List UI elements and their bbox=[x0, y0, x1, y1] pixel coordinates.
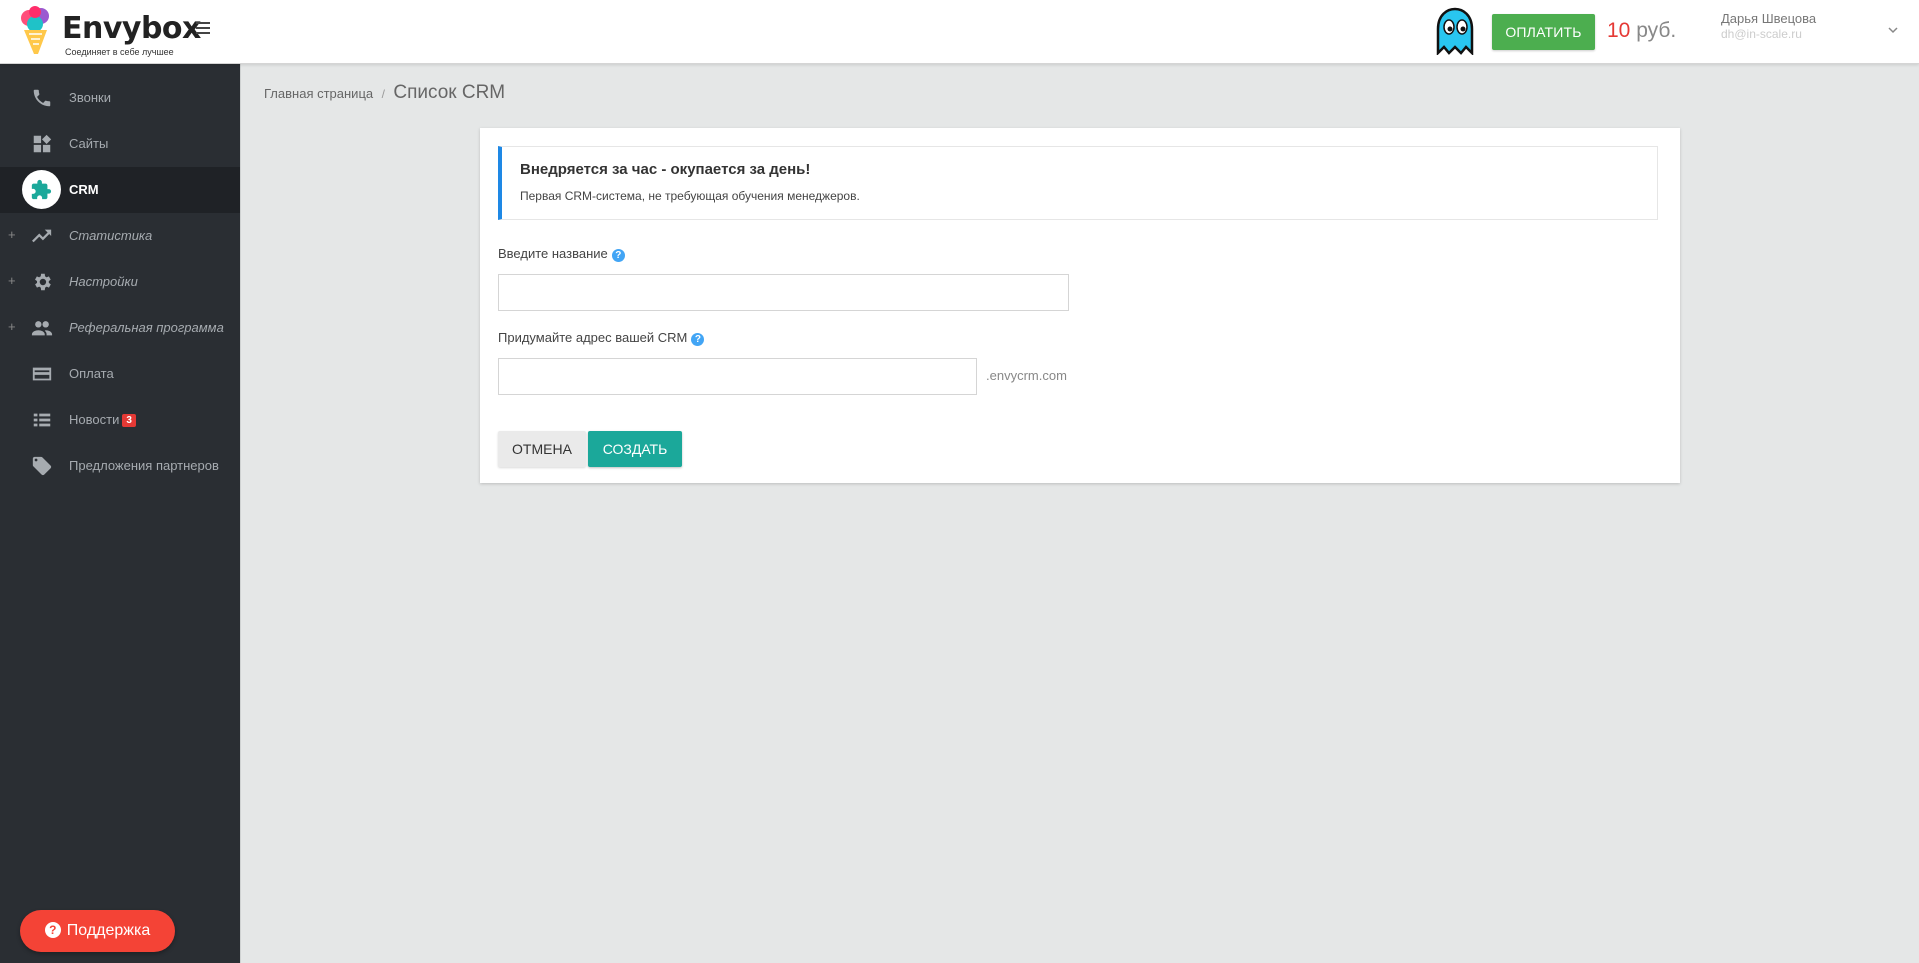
sidebar-item-label: Новости 3 bbox=[69, 412, 136, 427]
sidebar-item-calls[interactable]: Звонки bbox=[0, 75, 240, 121]
phone-icon bbox=[33, 89, 51, 107]
create-button[interactable]: СОЗДАТЬ bbox=[588, 431, 682, 467]
news-label: Новости bbox=[69, 412, 120, 427]
sidebar-item-label: CRM bbox=[69, 182, 99, 197]
list-icon bbox=[33, 413, 51, 427]
pay-button[interactable]: ОПЛАТИТЬ bbox=[1492, 14, 1595, 50]
ghost-mascot-icon[interactable] bbox=[1435, 7, 1475, 55]
chevron-down-icon[interactable] bbox=[1887, 25, 1899, 35]
logo-tagline: Соединяет в себе лучшее bbox=[65, 47, 174, 57]
info-callout: Внедряется за час - окупается за день! П… bbox=[498, 146, 1658, 220]
logo-name: Envybox bbox=[62, 11, 201, 46]
user-email: dh@in-scale.ru bbox=[1721, 27, 1802, 41]
sidebar-item-label: Статистика bbox=[69, 228, 153, 243]
breadcrumb-separator: / bbox=[381, 87, 385, 101]
info-text: Первая CRM-система, не требующая обучени… bbox=[520, 189, 860, 203]
sidebar-item-statistics[interactable]: + Статистика bbox=[0, 213, 240, 259]
sidebar-item-payment[interactable]: Оплата bbox=[0, 351, 240, 397]
crm-address-input[interactable] bbox=[498, 358, 977, 395]
name-label-text: Введите название bbox=[498, 246, 608, 261]
breadcrumb: Главная страница / Список CRM bbox=[264, 82, 505, 104]
question-icon: ? bbox=[44, 922, 61, 938]
cancel-button[interactable]: ОТМЕНА bbox=[498, 431, 586, 467]
trending-up-icon bbox=[32, 229, 52, 243]
support-button[interactable]: ? Поддержка bbox=[20, 910, 175, 952]
balance-amount: 10 bbox=[1607, 19, 1631, 42]
envybox-logo[interactable]: Envybox Соединяет в себе лучшее bbox=[20, 6, 201, 58]
sidebar-item-settings[interactable]: + Настройки bbox=[0, 259, 240, 305]
create-crm-card: Внедряется за час - окупается за день! П… bbox=[480, 128, 1680, 483]
account-balance: 10 руб. bbox=[1607, 19, 1676, 43]
sidebar-item-sites[interactable]: Сайты bbox=[0, 121, 240, 167]
help-icon[interactable]: ? bbox=[611, 249, 625, 262]
puzzle-icon bbox=[31, 179, 52, 200]
tag-icon bbox=[32, 456, 52, 476]
dashboard-icon bbox=[33, 134, 52, 153]
sidebar-item-label: Оплата bbox=[69, 366, 114, 381]
sidebar-item-label: Звонки bbox=[69, 90, 111, 105]
sidebar-item-news[interactable]: Новости 3 bbox=[0, 397, 240, 443]
menu-toggle-icon[interactable] bbox=[196, 22, 210, 36]
sidebar-item-partner-offers[interactable]: Предложения партнеров bbox=[0, 443, 240, 489]
address-field-label: Придумайте адрес вашей CRM? bbox=[498, 330, 705, 346]
crm-name-input[interactable] bbox=[498, 274, 1069, 311]
credit-card-icon bbox=[32, 367, 52, 381]
ice-cream-logo-icon bbox=[21, 6, 49, 54]
sidebar-divider bbox=[240, 64, 241, 963]
info-title: Внедряется за час - окупается за день! bbox=[520, 161, 811, 178]
top-header: Envybox Соединяет в себе лучшее ОПЛАТИТЬ… bbox=[0, 0, 1919, 64]
page-title: Список CRM bbox=[393, 82, 506, 103]
help-icon[interactable]: ? bbox=[691, 333, 705, 346]
sidebar-item-label: Настройки bbox=[69, 274, 138, 289]
people-icon bbox=[31, 321, 53, 336]
expand-plus-icon[interactable]: + bbox=[8, 273, 16, 288]
name-field-label: Введите название? bbox=[498, 246, 625, 262]
user-menu[interactable]: Дарья Швецова dh@in-scale.ru bbox=[1721, 11, 1816, 41]
sidebar-item-referral[interactable]: + Реферальная программа bbox=[0, 305, 240, 351]
breadcrumb-home-link[interactable]: Главная страница bbox=[264, 86, 373, 101]
address-label-text: Придумайте адрес вашей CRM bbox=[498, 330, 688, 345]
support-label: Поддержка bbox=[66, 922, 151, 939]
sidebar: Звонки Сайты CRM + Статистика + Настройк… bbox=[0, 64, 240, 963]
balance-currency: руб. bbox=[1636, 19, 1677, 42]
address-domain-suffix: .envycrm.com bbox=[986, 368, 1067, 383]
sidebar-item-crm[interactable]: CRM bbox=[0, 167, 240, 213]
news-count-badge: 3 bbox=[122, 414, 136, 427]
sidebar-item-label: Предложения партнеров bbox=[69, 458, 219, 473]
expand-plus-icon[interactable]: + bbox=[8, 227, 16, 242]
expand-plus-icon[interactable]: + bbox=[8, 319, 16, 334]
user-name: Дарья Швецова bbox=[1721, 11, 1817, 26]
gear-icon bbox=[35, 273, 51, 291]
sidebar-item-label: Сайты bbox=[69, 136, 109, 151]
sidebar-item-label: Реферальная программа bbox=[69, 320, 224, 335]
